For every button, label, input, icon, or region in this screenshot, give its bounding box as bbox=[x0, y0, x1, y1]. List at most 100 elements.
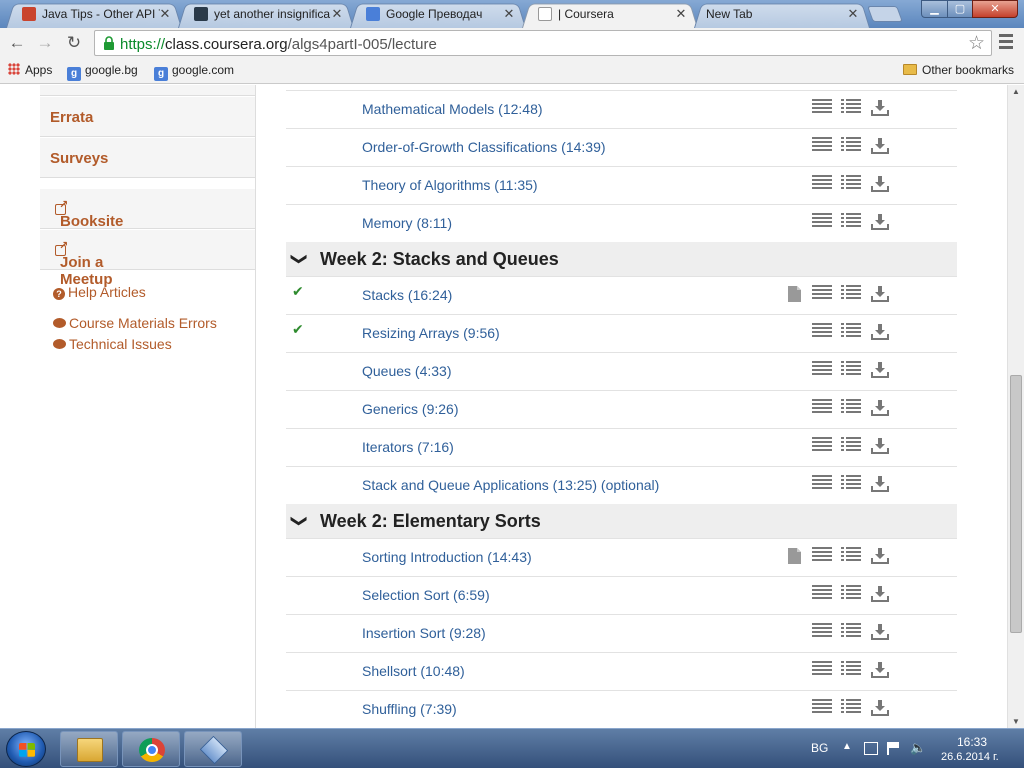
subtitles-icon[interactable] bbox=[812, 699, 832, 717]
lecture-link[interactable]: Iterators (7:16) bbox=[362, 439, 454, 455]
lecture-link[interactable]: Generics (9:26) bbox=[362, 401, 458, 417]
subtitles-icon[interactable] bbox=[812, 437, 832, 455]
download-icon[interactable] bbox=[870, 99, 890, 117]
lecture-link[interactable]: Insertion Sort (9:28) bbox=[362, 625, 486, 641]
tab-java-tips[interactable]: Java Tips - Other API T ✕ bbox=[6, 1, 182, 28]
back-arrow-icon[interactable]: ← bbox=[6, 33, 28, 53]
subtitles-icon[interactable] bbox=[812, 475, 832, 493]
close-tab-icon[interactable]: ✕ bbox=[502, 6, 516, 22]
sidebar-item-errata[interactable]: Errata bbox=[40, 96, 255, 137]
close-tab-icon[interactable]: ✕ bbox=[158, 6, 172, 22]
chrome-menu-icon[interactable] bbox=[999, 34, 1013, 52]
close-tab-icon[interactable]: ✕ bbox=[330, 6, 344, 22]
course-materials-errors-link[interactable]: Course Materials Errors bbox=[53, 315, 217, 331]
close-tab-icon[interactable]: ✕ bbox=[846, 6, 860, 22]
forward-arrow-icon[interactable]: → bbox=[34, 33, 56, 53]
tab-yet-another[interactable]: yet another insignifica ✕ bbox=[178, 1, 354, 28]
transcript-list-icon[interactable] bbox=[841, 361, 861, 379]
transcript-list-icon[interactable] bbox=[841, 623, 861, 641]
clock-date[interactable]: 26.6.2014 г. bbox=[941, 751, 999, 763]
subtitles-icon[interactable] bbox=[812, 399, 832, 417]
subtitles-icon[interactable] bbox=[812, 175, 832, 193]
download-icon[interactable] bbox=[870, 137, 890, 155]
taskbar-virtualbox[interactable] bbox=[184, 731, 242, 767]
bookmark-star-icon[interactable]: ☆ bbox=[968, 32, 985, 55]
download-icon[interactable] bbox=[870, 623, 890, 641]
download-icon[interactable] bbox=[870, 285, 890, 303]
new-tab-button[interactable] bbox=[867, 6, 903, 22]
download-icon[interactable] bbox=[870, 175, 890, 193]
lecture-link[interactable]: Shuffling (7:39) bbox=[362, 701, 457, 717]
download-icon[interactable] bbox=[870, 699, 890, 717]
download-icon[interactable] bbox=[870, 213, 890, 231]
minimize-button[interactable]: ▁ bbox=[921, 0, 948, 18]
tab-google-translate[interactable]: Google Преводач ✕ bbox=[350, 1, 526, 28]
lecture-link[interactable]: Selection Sort (6:59) bbox=[362, 587, 490, 603]
subtitles-icon[interactable] bbox=[812, 623, 832, 641]
sidebar-item-booksite[interactable]: Booksite bbox=[40, 188, 255, 230]
action-center-flag-icon[interactable] bbox=[887, 742, 899, 755]
network-icon[interactable] bbox=[864, 742, 878, 755]
show-hidden-icons-icon[interactable]: ▲ bbox=[842, 741, 852, 752]
download-icon[interactable] bbox=[870, 323, 890, 341]
lecture-link[interactable]: Queues (4:33) bbox=[362, 363, 452, 379]
reload-icon[interactable]: ↻ bbox=[63, 33, 85, 53]
download-icon[interactable] bbox=[870, 585, 890, 603]
subtitles-icon[interactable] bbox=[812, 213, 832, 231]
transcript-list-icon[interactable] bbox=[841, 585, 861, 603]
lecture-link[interactable]: Mathematical Models (12:48) bbox=[362, 101, 543, 117]
transcript-list-icon[interactable] bbox=[841, 99, 861, 117]
lecture-link[interactable]: Stack and Queue Applications (13:25) (op… bbox=[362, 477, 659, 493]
subtitles-icon[interactable] bbox=[812, 547, 832, 565]
scroll-down-arrow-icon[interactable]: ▼ bbox=[1012, 717, 1020, 726]
transcript-list-icon[interactable] bbox=[841, 399, 861, 417]
lecture-link[interactable]: Theory of Algorithms (11:35) bbox=[362, 177, 538, 193]
transcript-list-icon[interactable] bbox=[841, 323, 861, 341]
download-icon[interactable] bbox=[870, 361, 890, 379]
close-window-button[interactable]: ✕ bbox=[972, 0, 1018, 18]
download-icon[interactable] bbox=[870, 661, 890, 679]
subtitles-icon[interactable] bbox=[812, 585, 832, 603]
help-articles-link[interactable]: ? Help Articles bbox=[53, 284, 146, 300]
subtitles-icon[interactable] bbox=[812, 361, 832, 379]
download-icon[interactable] bbox=[870, 547, 890, 565]
sidebar-item-surveys[interactable]: Surveys bbox=[40, 137, 255, 178]
start-button[interactable] bbox=[6, 731, 46, 767]
bookmark-google-bg[interactable]: g google.bg bbox=[67, 63, 138, 81]
lecture-link[interactable]: Stacks (16:24) bbox=[362, 287, 452, 303]
tab-new-tab[interactable]: New Tab ✕ bbox=[694, 1, 870, 28]
week-header[interactable]: ❯ Week 2: Elementary Sorts bbox=[286, 504, 957, 538]
lecture-link[interactable]: Resizing Arrays (9:56) bbox=[362, 325, 500, 341]
subtitles-icon[interactable] bbox=[812, 99, 832, 117]
subtitles-icon[interactable] bbox=[812, 323, 832, 341]
slides-document-icon[interactable] bbox=[785, 285, 805, 303]
transcript-list-icon[interactable] bbox=[841, 213, 861, 231]
sidebar-item-meetup[interactable]: Join a Meetup bbox=[40, 229, 255, 288]
transcript-list-icon[interactable] bbox=[841, 437, 861, 455]
close-tab-icon[interactable]: ✕ bbox=[674, 6, 688, 22]
lecture-link[interactable]: Memory (8:11) bbox=[362, 215, 452, 231]
taskbar-explorer[interactable] bbox=[60, 731, 118, 767]
scroll-up-arrow-icon[interactable]: ▲ bbox=[1012, 87, 1020, 96]
transcript-list-icon[interactable] bbox=[841, 699, 861, 717]
transcript-list-icon[interactable] bbox=[841, 175, 861, 193]
week-header[interactable]: ❯ Week 2: Stacks and Queues bbox=[286, 242, 957, 276]
apps-bookmark[interactable]: Apps bbox=[8, 63, 52, 77]
subtitles-icon[interactable] bbox=[812, 137, 832, 155]
other-bookmarks[interactable]: Other bookmarks bbox=[903, 63, 1014, 77]
subtitles-icon[interactable] bbox=[812, 661, 832, 679]
transcript-list-icon[interactable] bbox=[841, 475, 861, 493]
subtitles-icon[interactable] bbox=[812, 285, 832, 303]
transcript-list-icon[interactable] bbox=[841, 285, 861, 303]
maximize-button[interactable]: ▢ bbox=[947, 0, 973, 18]
chevron-down-icon[interactable]: ❯ bbox=[290, 252, 310, 265]
slides-document-icon[interactable] bbox=[785, 547, 805, 565]
lecture-link[interactable]: Sorting Introduction (14:43) bbox=[362, 549, 532, 565]
taskbar-chrome[interactable] bbox=[122, 731, 180, 767]
download-icon[interactable] bbox=[870, 437, 890, 455]
download-icon[interactable] bbox=[870, 475, 890, 493]
transcript-list-icon[interactable] bbox=[841, 137, 861, 155]
transcript-list-icon[interactable] bbox=[841, 661, 861, 679]
transcript-list-icon[interactable] bbox=[841, 547, 861, 565]
lecture-link[interactable]: Order-of-Growth Classifications (14:39) bbox=[362, 139, 606, 155]
